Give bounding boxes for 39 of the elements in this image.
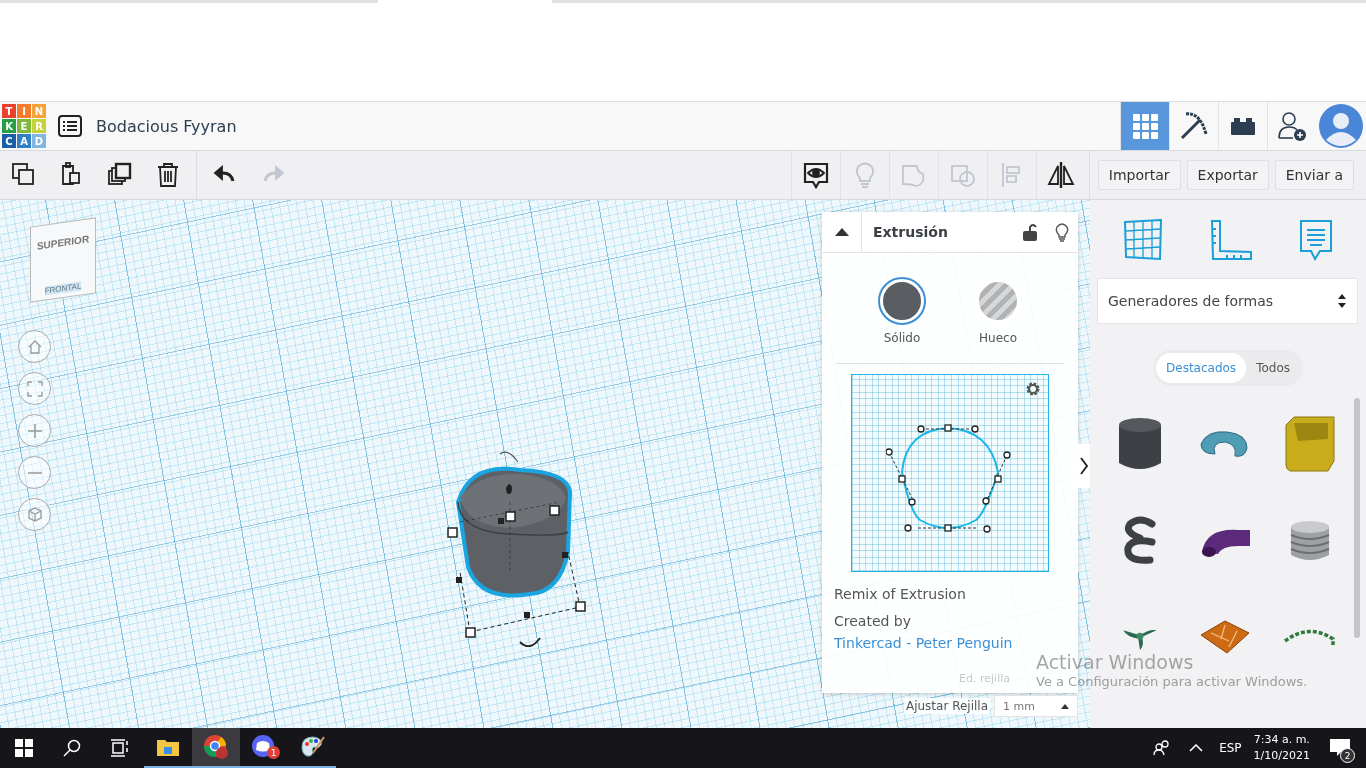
filter-tab[interactable]: Destacados	[1156, 353, 1247, 383]
import-button[interactable]: Importar	[1097, 160, 1181, 190]
brick-icon	[1229, 115, 1257, 137]
tinkercad-logo[interactable]: T I N K E R C A D	[2, 104, 46, 148]
shape-name: Extrusión	[873, 224, 949, 240]
browser-icon	[203, 734, 229, 760]
sort-arrows-icon	[1337, 293, 1347, 309]
credit-text: Created by Tinkercad - Peter Penguin	[834, 612, 1014, 653]
notification-count: 2	[1340, 748, 1355, 763]
export-button[interactable]: Exportar	[1186, 160, 1269, 190]
remix-title: Remix of Extrusion	[834, 586, 967, 602]
menu-list-icon[interactable]	[58, 115, 82, 137]
taskbar-app-button[interactable]	[192, 728, 240, 768]
taskbar-app-button[interactable]: 1	[240, 728, 288, 768]
filter-tab[interactable]: Todos	[1246, 353, 1300, 383]
textured-tile-icon[interactable]	[1199, 619, 1251, 655]
caret-icon	[1061, 703, 1069, 709]
language-indicator[interactable]: ESP	[1219, 741, 1242, 755]
clock-time[interactable]: 7:34 a. m.	[1253, 732, 1310, 748]
hollow-box-icon[interactable]	[1283, 415, 1336, 475]
snap-grid-label: Ajustar Rejilla	[903, 698, 990, 714]
author-link[interactable]: Tinkercad - Peter Penguin	[834, 635, 1013, 651]
notification-badge: 1	[267, 746, 280, 759]
activation-watermark-title: Activar Windows	[1036, 652, 1195, 672]
send-to-button[interactable]: Enviar a	[1274, 160, 1354, 190]
activation-watermark-text: Ve a Configuración para activar Windows.	[1036, 674, 1308, 689]
grid-icon	[1131, 112, 1159, 140]
cube-top-label: SUPERIOR	[36, 233, 90, 252]
design-title[interactable]: Bodacious Fyyran	[96, 116, 237, 136]
cube-front-label: FRONTAL	[44, 281, 82, 296]
shape-category-select[interactable]: Generadores de formas	[1097, 278, 1358, 324]
notifications-button[interactable]: 2	[1320, 728, 1360, 768]
settings-icon[interactable]	[1024, 380, 1042, 398]
paint-palette-icon	[299, 735, 325, 759]
snap-grid-select[interactable]: 1 mm	[994, 695, 1078, 717]
pickaxe-icon	[1178, 110, 1210, 142]
folder-icon	[156, 737, 180, 757]
clock-date[interactable]: 1/10/2021	[1253, 748, 1310, 764]
spring-icon[interactable]	[1122, 516, 1159, 566]
